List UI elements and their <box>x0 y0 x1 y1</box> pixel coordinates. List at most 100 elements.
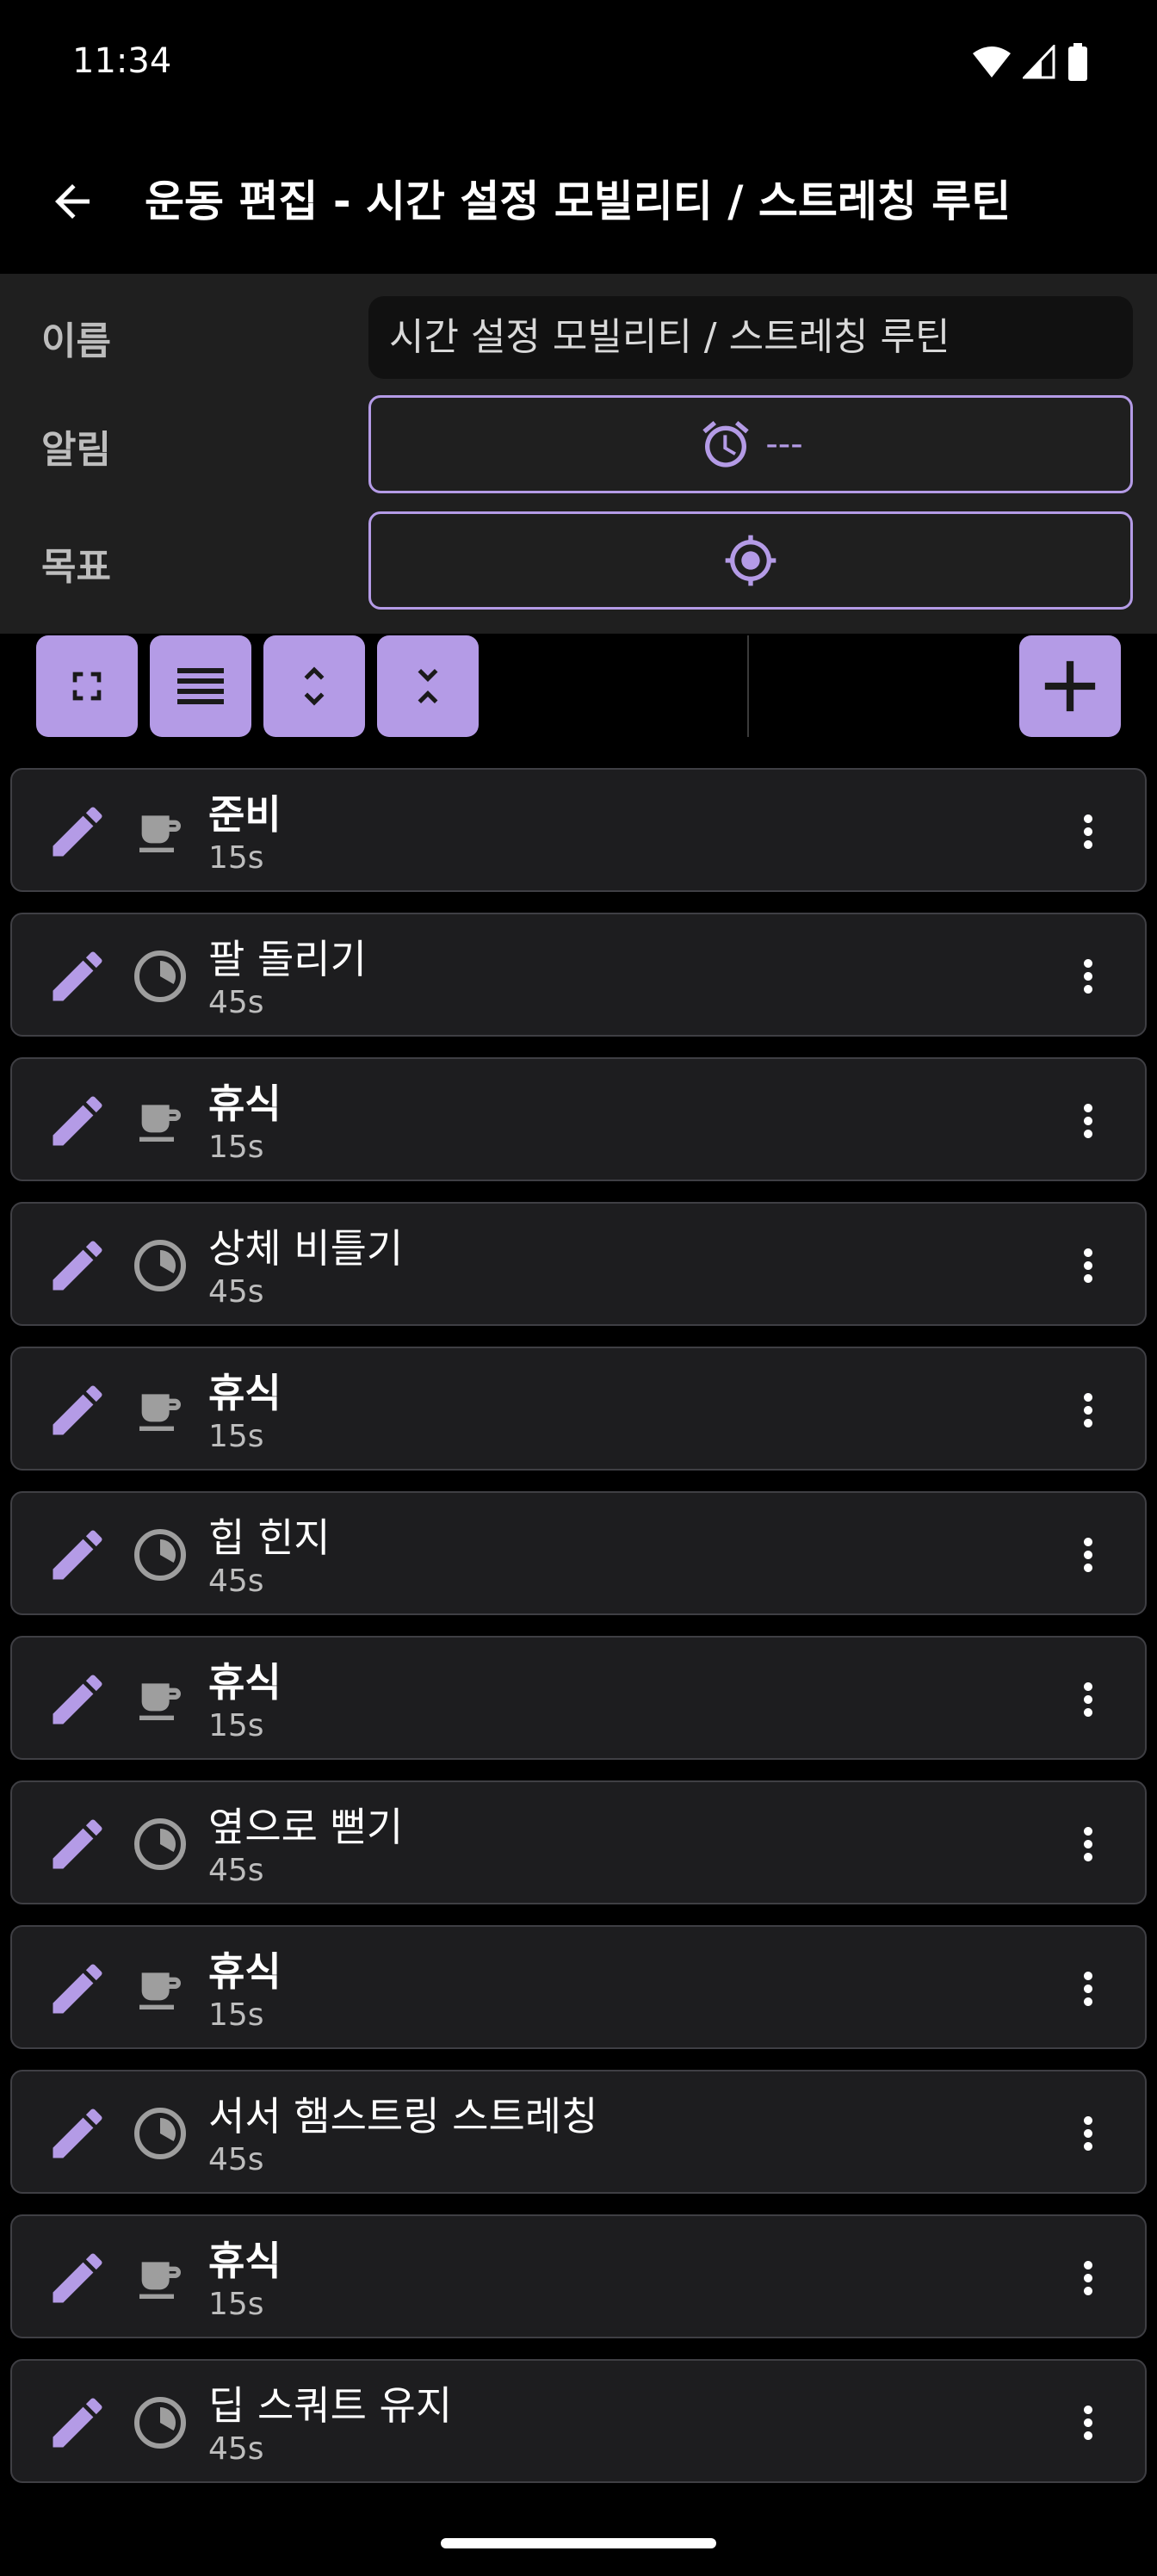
item-name: 옆으로 뻗기 <box>208 1804 404 1850</box>
more-options-button[interactable] <box>1049 1226 1128 1305</box>
more-options-button[interactable] <box>1049 2239 1128 2318</box>
fullscreen-button[interactable] <box>36 635 138 737</box>
pencil-icon <box>53 1675 102 1725</box>
more-options-button[interactable] <box>1049 1660 1128 1739</box>
timer-pie-icon <box>129 2102 191 2164</box>
more-options-button[interactable] <box>1049 1515 1128 1595</box>
item-duration: 45s <box>208 985 264 1020</box>
edit-button[interactable] <box>41 2387 114 2459</box>
more-options-button[interactable] <box>1049 2383 1128 2462</box>
list-item[interactable]: 휴식 15s <box>10 2214 1147 2338</box>
item-duration: 15s <box>208 1997 264 2033</box>
coffee-icon <box>129 1090 191 1152</box>
more-vert-icon <box>1084 2116 1092 2151</box>
edit-button[interactable] <box>41 1808 114 1880</box>
more-options-button[interactable] <box>1049 1081 1128 1161</box>
list-item[interactable]: 힙 힌지 45s <box>10 1491 1147 1615</box>
edit-button[interactable] <box>41 1229 114 1302</box>
goal-button[interactable] <box>368 511 1133 610</box>
alarm-button[interactable]: --- <box>368 395 1133 493</box>
item-name: 서서 햄스트링 스트레칭 <box>208 2093 598 2139</box>
timer-pie-icon <box>129 945 191 1007</box>
more-options-button[interactable] <box>1049 2094 1128 2173</box>
timer-pie-icon <box>129 2392 191 2454</box>
edit-button[interactable] <box>41 796 114 868</box>
pencil-icon <box>53 1530 102 1580</box>
more-options-button[interactable] <box>1049 792 1128 871</box>
item-name: 딥 스쿼트 유지 <box>208 2382 453 2429</box>
reorder-button[interactable] <box>150 635 251 737</box>
more-vert-icon <box>1084 959 1092 994</box>
pencil-icon <box>53 1964 102 2014</box>
pencil-icon <box>53 1819 102 1869</box>
item-name: 힙 힌지 <box>208 1514 331 1561</box>
coffee-icon <box>129 1379 191 1441</box>
alarm-value: --- <box>765 424 803 464</box>
item-duration: 15s <box>208 1708 264 1743</box>
list-item[interactable]: 휴식 15s <box>10 1636 1147 1760</box>
item-duration: 45s <box>208 2142 264 2177</box>
list-item[interactable]: 옆으로 뻗기 45s <box>10 1780 1147 1904</box>
goal-label: 목표 <box>41 545 111 589</box>
list-item[interactable]: 준비 15s <box>10 768 1147 892</box>
list-item[interactable]: 팔 돌리기 45s <box>10 913 1147 1037</box>
name-label: 이름 <box>41 319 111 363</box>
more-vert-icon <box>1084 1827 1092 1861</box>
pencil-icon <box>53 807 102 857</box>
edit-button[interactable] <box>41 2097 114 2170</box>
more-options-button[interactable] <box>1049 1805 1128 1884</box>
edit-button[interactable] <box>41 1374 114 1446</box>
item-duration: 15s <box>208 1419 264 1454</box>
item-duration: 45s <box>208 2431 264 2467</box>
item-name: 휴식 <box>208 1081 282 1127</box>
more-vert-icon <box>1084 1104 1092 1138</box>
coffee-icon <box>129 1669 191 1731</box>
edit-button[interactable] <box>41 1663 114 1736</box>
list-toolbar <box>0 634 1157 754</box>
wifi-icon <box>973 46 1011 77</box>
fullscreen-icon <box>72 672 102 701</box>
list-item[interactable]: 휴식 15s <box>10 1347 1147 1471</box>
signal-icon <box>1023 45 1055 79</box>
list-item[interactable]: 딥 스쿼트 유지 45s <box>10 2359 1147 2483</box>
pencil-icon <box>53 2398 102 2448</box>
alarm-clock-icon <box>702 420 750 468</box>
coffee-icon <box>129 1958 191 2020</box>
routine-form: 이름 시간 설정 모빌리티 / 스트레칭 루틴 알림 --- 목표 <box>0 274 1157 634</box>
more-vert-icon <box>1084 1538 1092 1572</box>
item-duration: 45s <box>208 1274 264 1310</box>
timer-pie-icon <box>129 1524 191 1586</box>
list-item[interactable]: 서서 햄스트링 스트레칭 45s <box>10 2070 1147 2194</box>
more-vert-icon <box>1084 1972 1092 2006</box>
more-options-button[interactable] <box>1049 1371 1128 1450</box>
item-name: 휴식 <box>208 1659 282 1706</box>
back-button[interactable] <box>31 160 114 243</box>
edit-button[interactable] <box>41 940 114 1012</box>
timer-pie-icon <box>129 1813 191 1875</box>
more-vert-icon <box>1084 1393 1092 1427</box>
add-button[interactable] <box>1019 635 1121 737</box>
edit-button[interactable] <box>41 1953 114 2025</box>
pencil-icon <box>53 1385 102 1435</box>
item-duration: 15s <box>208 2287 264 2322</box>
gesture-navigation-bar[interactable] <box>441 2538 716 2548</box>
more-options-button[interactable] <box>1049 1949 1128 2028</box>
list-item[interactable]: 휴식 15s <box>10 1925 1147 2049</box>
more-vert-icon <box>1084 2406 1092 2440</box>
more-options-button[interactable] <box>1049 937 1128 1016</box>
collapse-all-button[interactable] <box>377 635 479 737</box>
edit-button[interactable] <box>41 1519 114 1591</box>
list-item[interactable]: 휴식 15s <box>10 1057 1147 1181</box>
name-input[interactable]: 시간 설정 모빌리티 / 스트레칭 루틴 <box>368 296 1133 379</box>
pencil-icon <box>53 951 102 1001</box>
edit-button[interactable] <box>41 1085 114 1157</box>
alarm-label: 알림 <box>41 428 111 472</box>
expand-all-button[interactable] <box>263 635 365 737</box>
status-icons <box>973 43 1088 81</box>
battery-icon <box>1068 43 1087 81</box>
list-item[interactable]: 상체 비틀기 45s <box>10 1202 1147 1326</box>
edit-button[interactable] <box>41 2242 114 2314</box>
coffee-icon <box>129 2247 191 2309</box>
item-duration: 45s <box>208 1853 264 1888</box>
unfold-more-icon <box>304 666 325 706</box>
